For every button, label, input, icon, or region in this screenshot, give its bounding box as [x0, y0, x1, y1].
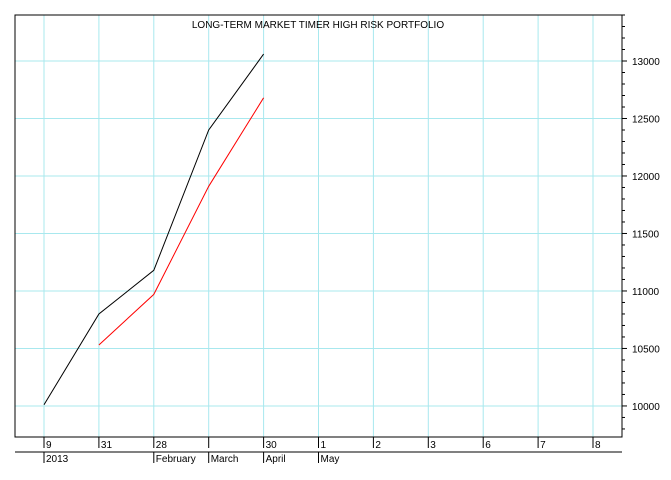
x-tick-label: 9	[46, 440, 52, 451]
x-tick-label: 3	[430, 440, 436, 451]
x-tick-label: 2	[375, 440, 381, 451]
y-axis: 10000 10500 11000 11500 12000 12500 13000	[622, 14, 660, 430]
y-tick-label: 11500	[632, 229, 660, 240]
grid	[15, 15, 622, 437]
x-period-label: 2013	[46, 454, 69, 465]
chart: LONG-TERM MARKET TIMER HIGH RISK PORTFOL…	[14, 14, 660, 465]
x-tick-label: 1	[321, 440, 327, 451]
series-line	[98, 97, 265, 346]
y-tick-label: 13000	[632, 57, 660, 68]
y-tick-label: 10500	[632, 344, 660, 355]
x-period-label: March	[211, 454, 239, 465]
y-tick-label: 12500	[632, 114, 660, 125]
x-period-label: May	[321, 454, 340, 465]
y-tick-label: 12000	[632, 172, 660, 183]
x-axis: 9 31 28 30 1 2 3 6 7 8 2013 February March April May	[15, 437, 622, 465]
chart-title: LONG-TERM MARKET TIMER HIGH RISK PORTFOL…	[192, 20, 444, 31]
x-tick-label: 8	[595, 440, 601, 451]
x-tick-label: 30	[266, 440, 278, 451]
y-tick-label: 10000	[632, 402, 660, 413]
x-tick-label: 7	[540, 440, 546, 451]
x-tick-label: 6	[485, 440, 491, 451]
y-tick-label: 11000	[632, 287, 660, 298]
x-tick-label: 31	[101, 440, 113, 451]
x-tick-label: 28	[156, 440, 168, 451]
x-period-label: April	[266, 454, 286, 465]
x-period-label: February	[156, 454, 196, 465]
